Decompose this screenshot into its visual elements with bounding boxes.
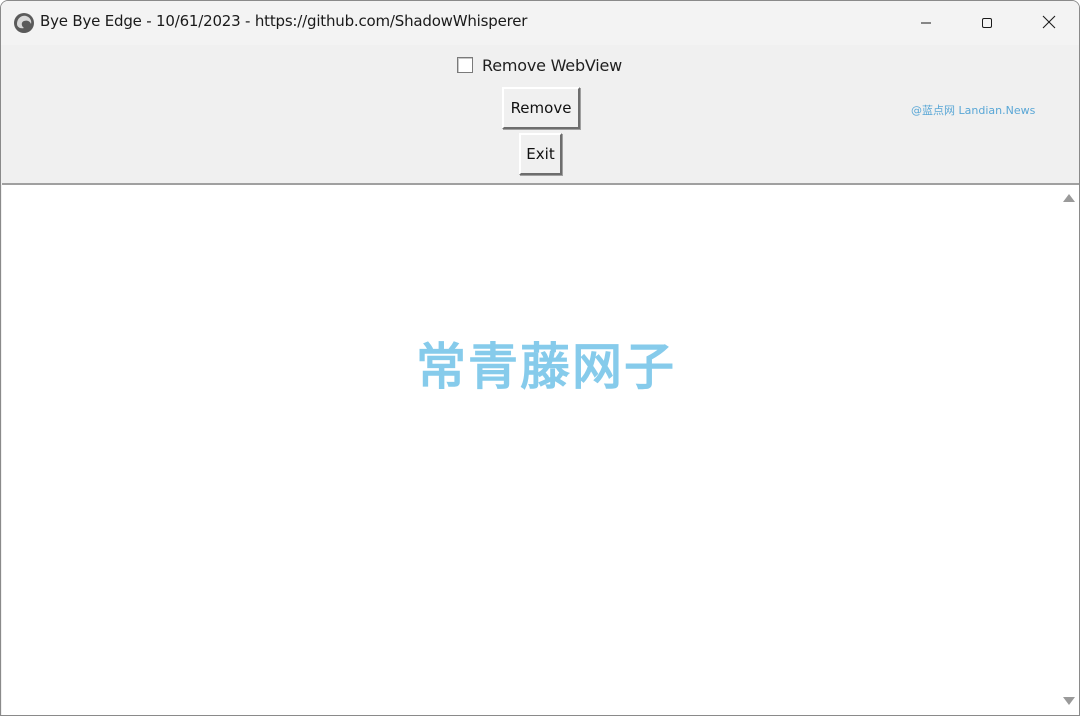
scroll-down-arrow-icon[interactable]: [1063, 697, 1075, 705]
remove-button[interactable]: Remove: [502, 87, 580, 129]
remove-webview-checkbox[interactable]: [457, 57, 473, 73]
remove-webview-label[interactable]: Remove WebView: [482, 56, 622, 75]
scroll-up-arrow-icon[interactable]: [1063, 194, 1075, 202]
minimize-icon: [920, 14, 932, 33]
maximize-button[interactable]: [956, 1, 1018, 45]
watermark-small: @蓝点网 Landian.News: [911, 104, 1036, 117]
controls-panel: Remove WebView Remove Exit @蓝点网 Landian.…: [2, 45, 1079, 183]
close-button[interactable]: [1018, 1, 1079, 45]
output-text-area[interactable]: 常青藤网子: [2, 183, 1079, 715]
maximize-icon: [981, 14, 993, 33]
exit-button[interactable]: Exit: [519, 133, 562, 175]
close-icon: [1042, 14, 1056, 33]
vertical-scrollbar[interactable]: [1058, 185, 1079, 715]
edge-logo-icon: [13, 12, 35, 34]
remove-webview-option[interactable]: Remove WebView: [457, 55, 622, 75]
watermark-large: 常青藤网子: [416, 338, 676, 396]
window-title: Bye Bye Edge - 10/61/2023 - https://gith…: [40, 12, 528, 30]
title-bar[interactable]: Bye Bye Edge - 10/61/2023 - https://gith…: [1, 1, 1079, 45]
minimize-button[interactable]: [895, 1, 957, 45]
app-window: Bye Bye Edge - 10/61/2023 - https://gith…: [0, 0, 1080, 716]
